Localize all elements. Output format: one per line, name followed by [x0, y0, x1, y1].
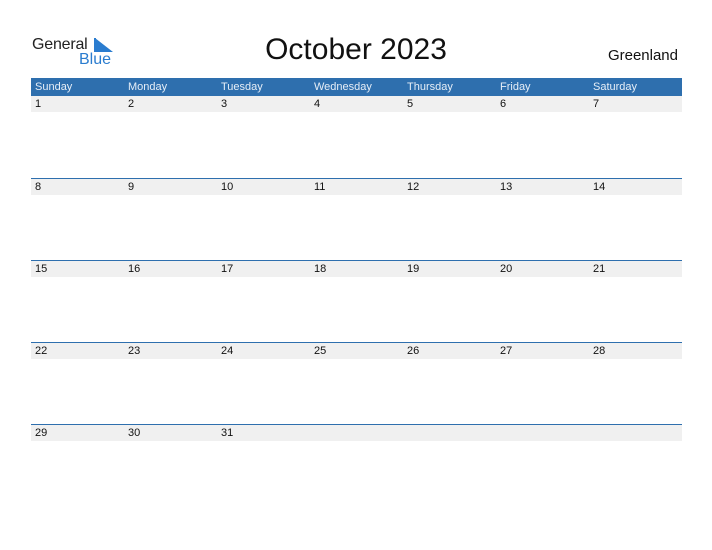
day-cell: [589, 425, 682, 441]
day-cell: 2: [128, 98, 135, 110]
day-cell: 28: [593, 345, 606, 357]
day-cell: 12: [407, 181, 420, 193]
day-cell: 23: [128, 345, 141, 357]
day-cell: 19: [407, 263, 420, 275]
day-cell: 8: [35, 181, 42, 193]
day-number-bar: 22 23 24 25 26 27 28: [31, 343, 682, 359]
day-cell: 7: [593, 98, 600, 110]
day-cell: 21: [593, 263, 606, 275]
day-cell: 1: [35, 98, 42, 110]
weekday-header-tuesday: Tuesday: [221, 81, 263, 93]
day-cell: 3: [221, 98, 228, 110]
weekday-header-thursday: Thursday: [407, 81, 453, 93]
day-cell: 22: [35, 345, 48, 357]
day-cell: 4: [314, 98, 321, 110]
day-cell: 11: [314, 181, 326, 193]
day-number-bar: 29 30 31: [31, 425, 682, 441]
page-title: October 2023: [265, 33, 447, 66]
weekday-header-saturday: Saturday: [593, 81, 638, 93]
day-cell: [310, 425, 403, 441]
weekday-header-monday: Monday: [128, 81, 168, 93]
day-cell: 6: [500, 98, 507, 110]
day-cell: 20: [500, 263, 513, 275]
day-cell: [403, 425, 496, 441]
day-cell: 27: [500, 345, 513, 357]
day-cell: 18: [314, 263, 327, 275]
day-cell: [496, 425, 589, 441]
day-cell: 14: [593, 181, 606, 193]
day-cell: 16: [128, 263, 141, 275]
day-cell: 31: [221, 427, 234, 439]
day-number-bar: 8 9 10 11 12 13 14: [31, 179, 682, 195]
weekday-header-wednesday: Wednesday: [314, 81, 372, 93]
day-cell: 10: [221, 181, 234, 193]
day-cell: 5: [407, 98, 414, 110]
week-row-1: 1 2 3 4 5 6 7: [31, 96, 682, 178]
day-cell: 30: [128, 427, 141, 439]
weekday-header-friday: Friday: [500, 81, 531, 93]
day-number-bar: 15 16 17 18 19 20 21: [31, 261, 682, 277]
region-label: Greenland: [607, 47, 678, 64]
day-cell: 26: [407, 345, 420, 357]
day-number-bar: 1 2 3 4 5 6 7: [31, 96, 682, 112]
day-cell: 9: [128, 181, 135, 193]
day-cell: 13: [500, 181, 513, 193]
week-row-3: 15 16 17 18 19 20 21: [31, 260, 682, 342]
day-cell: 17: [221, 263, 234, 275]
calendar-grid: Sunday Monday Tuesday Wednesday Thursday…: [31, 78, 682, 506]
day-cell: 25: [314, 345, 327, 357]
day-cell: 15: [35, 263, 48, 275]
day-cell: 29: [35, 427, 48, 439]
week-row-4: 22 23 24 25 26 27 28: [31, 342, 682, 424]
week-row-5: 29 30 31: [31, 424, 682, 506]
weekday-header-row: Sunday Monday Tuesday Wednesday Thursday…: [31, 78, 682, 96]
weekday-header-sunday: Sunday: [35, 81, 73, 93]
day-cell: 24: [221, 345, 234, 357]
week-row-2: 8 9 10 11 12 13 14: [31, 178, 682, 260]
